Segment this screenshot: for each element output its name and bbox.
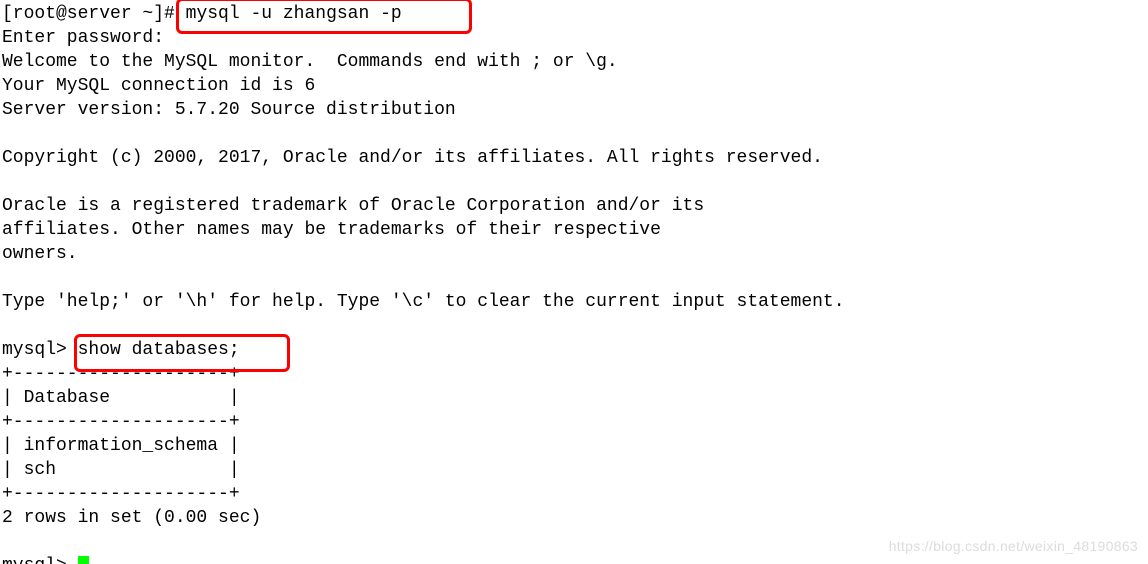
terminal-output: [root@server ~]# mysql -u zhangsan -p En… xyxy=(0,0,1148,564)
table-border: +--------------------+ xyxy=(2,364,240,384)
table-row: | sch | xyxy=(2,460,240,480)
mysql-prompt: mysql> xyxy=(2,340,78,360)
table-header: | Database | xyxy=(2,388,240,408)
connection-id-line: Your MySQL connection id is 6 xyxy=(2,76,315,96)
copyright-line: Copyright (c) 2000, 2017, Oracle and/or … xyxy=(2,148,823,168)
enter-password-line: Enter password: xyxy=(2,28,164,48)
trademark-line-1: Oracle is a registered trademark of Orac… xyxy=(2,196,704,216)
trademark-line-2: affiliates. Other names may be trademark… xyxy=(2,220,661,240)
server-version-line: Server version: 5.7.20 Source distributi… xyxy=(2,100,456,120)
table-border: +--------------------+ xyxy=(2,484,240,504)
cursor-block xyxy=(78,556,89,564)
shell-prompt: [root@server ~]# xyxy=(2,4,186,24)
mysql-prompt: mysql> xyxy=(2,556,78,564)
table-border: +--------------------+ xyxy=(2,412,240,432)
welcome-line: Welcome to the MySQL monitor. Commands e… xyxy=(2,52,618,72)
rows-in-set-line: 2 rows in set (0.00 sec) xyxy=(2,508,261,528)
trademark-line-3: owners. xyxy=(2,244,78,264)
mysql-login-command[interactable]: mysql -u zhangsan -p xyxy=(186,4,402,24)
show-databases-command[interactable]: show databases; xyxy=(78,340,240,360)
help-line: Type 'help;' or '\h' for help. Type '\c'… xyxy=(2,292,845,312)
watermark-text: https://blog.csdn.net/weixin_48190863 xyxy=(889,534,1138,558)
table-row: | information_schema | xyxy=(2,436,240,456)
